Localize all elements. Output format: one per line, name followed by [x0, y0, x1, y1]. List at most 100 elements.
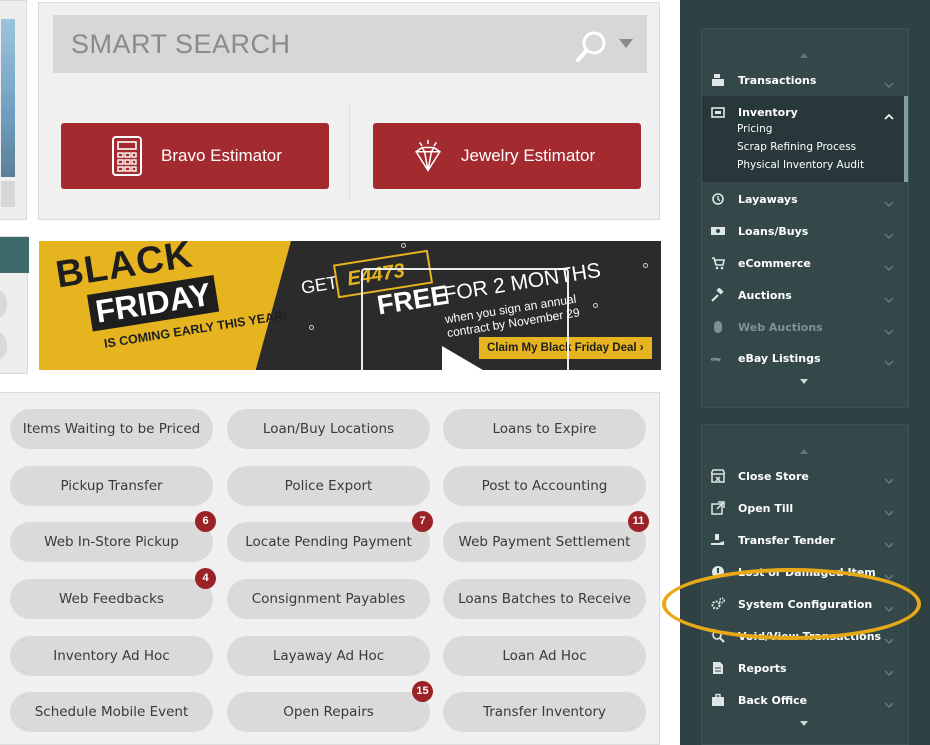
chevron-down-icon[interactable]: [884, 75, 894, 89]
quick-link-button[interactable]: Post to Accounting: [443, 466, 646, 506]
quick-link-button[interactable]: Open Repairs: [227, 692, 430, 732]
svg-text:ebay: ebay: [711, 356, 721, 361]
quick-link-button[interactable]: Inventory Ad Hoc: [10, 636, 213, 676]
sidebar-subitem-scrap-refining[interactable]: Scrap Refining Process: [737, 141, 856, 153]
sidebar-item-label: Void/View Transactions: [738, 629, 882, 643]
chevron-down-icon[interactable]: [884, 695, 894, 709]
sidebar-item-label: Loans/Buys: [738, 224, 809, 238]
sidebar-item-void-view-transactions[interactable]: Void/View Transactions: [702, 622, 908, 650]
jewelry-estimator-button[interactable]: Jewelry Estimator: [373, 123, 641, 189]
chevron-up-icon[interactable]: [884, 107, 894, 120]
chevron-down-icon[interactable]: [884, 503, 894, 517]
chevron-down-icon[interactable]: [884, 535, 894, 549]
sidebar-item-back-office[interactable]: Back Office: [702, 686, 908, 714]
search-icon[interactable]: [575, 29, 609, 63]
sidebar-menu-top: Transactions Inventory Layaways Loans/Buys e…: [701, 28, 909, 408]
alert-icon: [711, 565, 725, 579]
quick-link-button[interactable]: Locate Pending Payment: [227, 522, 430, 562]
sidebar-item-inventory[interactable]: Inventory: [702, 98, 908, 126]
chevron-down-icon[interactable]: [884, 226, 894, 240]
chevron-down-icon[interactable]: [884, 322, 894, 336]
sidebar-item-label: Inventory: [738, 105, 798, 119]
chevron-down-icon[interactable]: [884, 353, 894, 367]
quick-link-button[interactable]: Web In-Store Pickup: [10, 522, 213, 562]
sidebar-item-close-store[interactable]: Close Store: [702, 462, 908, 490]
banner-dot: [309, 325, 314, 330]
chevron-down-icon[interactable]: [884, 194, 894, 208]
smart-search-input[interactable]: [53, 15, 553, 73]
quick-link-label: Items Waiting to be Priced: [22, 421, 201, 437]
quick-link-label: Web Payment Settlement: [458, 534, 631, 550]
chevron-down-icon[interactable]: [884, 631, 894, 645]
register-icon: [711, 73, 725, 87]
side-card-pill[interactable]: [0, 331, 7, 361]
sidebar-item-auctions[interactable]: Auctions: [702, 281, 908, 309]
quick-link-label: Web In-Store Pickup: [44, 534, 179, 550]
quick-link-button[interactable]: Consignment Payables: [227, 579, 430, 619]
quick-link-button[interactable]: Loan Ad Hoc: [443, 636, 646, 676]
sidebar-item-ecommerce[interactable]: eCommerce: [702, 249, 908, 277]
sidebar-item-system-configuration[interactable]: System Configuration: [702, 590, 908, 618]
quick-link-label: Loan Ad Hoc: [502, 648, 587, 664]
chevron-down-icon[interactable]: [884, 663, 894, 677]
quick-link-label: Open Repairs: [283, 704, 374, 720]
side-card-pill[interactable]: [0, 289, 7, 319]
chevron-down-icon[interactable]: [884, 290, 894, 304]
jewelry-estimator-label: Jewelry Estimator: [461, 146, 596, 165]
count-badge: 11: [628, 511, 649, 532]
quick-link-button[interactable]: Layaway Ad Hoc: [227, 636, 430, 676]
quick-link-label: Police Export: [284, 478, 373, 494]
chevron-down-icon[interactable]: [884, 258, 894, 272]
sidebar-item-transactions[interactable]: Transactions: [702, 66, 908, 94]
quick-link-label: Locate Pending Payment: [245, 534, 412, 550]
sidebar: Transactions Inventory Layaways Loans/Buys e…: [680, 0, 930, 745]
sidebar-item-label: Auctions: [738, 288, 792, 302]
inventory-icon: [711, 105, 725, 119]
sidebar-subitem-pricing[interactable]: Pricing: [737, 123, 772, 135]
sidebar-item-open-till[interactable]: Open Till: [702, 494, 908, 522]
sidebar-item-loans-buys[interactable]: Loans/Buys: [702, 217, 908, 245]
smart-search-box: [53, 15, 647, 73]
quick-link-button[interactable]: Items Waiting to be Priced: [10, 409, 213, 449]
sidebar-item-label: Close Store: [738, 469, 809, 483]
bravo-estimator-button[interactable]: Bravo Estimator: [61, 123, 329, 189]
sidebar-item-reports[interactable]: Reports: [702, 654, 908, 682]
quick-link-button[interactable]: Transfer Inventory: [443, 692, 646, 732]
chevron-down-icon[interactable]: [619, 39, 633, 48]
sidebar-item-transfer-tender[interactable]: Transfer Tender: [702, 526, 908, 554]
chevron-down-icon[interactable]: [884, 567, 894, 581]
sidebar-item-web-auctions[interactable]: Web Auctions: [702, 313, 908, 341]
sidebar-subitem-physical-audit[interactable]: Physical Inventory Audit: [737, 159, 864, 171]
gears-icon: [711, 597, 725, 611]
quick-link-button[interactable]: Web Payment Settlement: [443, 522, 646, 562]
banner-get-text: GET: [299, 272, 340, 298]
sidebar-item-label: Web Auctions: [738, 320, 823, 334]
sidebar-item-layaways[interactable]: Layaways: [702, 185, 908, 213]
calculator-icon: [112, 136, 142, 176]
quick-link-label: Loans Batches to Receive: [458, 591, 631, 607]
quick-link-button[interactable]: Loan/Buy Locations: [227, 409, 430, 449]
scroll-down-icon[interactable]: [800, 379, 808, 384]
chevron-down-icon[interactable]: [884, 471, 894, 485]
search-icon: [711, 629, 725, 643]
quick-link-label: Schedule Mobile Event: [34, 704, 189, 720]
quick-link-button[interactable]: Loans to Expire: [443, 409, 646, 449]
banner-dot: [401, 243, 406, 248]
scroll-down-icon[interactable]: [800, 721, 808, 726]
quick-link-button[interactable]: Web Feedbacks: [10, 579, 213, 619]
banner-dot: [593, 303, 598, 308]
quick-link-button[interactable]: Pickup Transfer: [10, 466, 213, 506]
count-badge: 7: [412, 511, 433, 532]
sidebar-item-label: Transactions: [738, 73, 817, 87]
chevron-down-icon[interactable]: [884, 599, 894, 613]
quick-link-button[interactable]: Police Export: [227, 466, 430, 506]
scroll-up-icon[interactable]: [800, 449, 808, 454]
sidebar-item-lost-or-damaged-item[interactable]: Lost or Damaged Item: [702, 558, 908, 586]
quick-link-button[interactable]: Schedule Mobile Event: [10, 692, 213, 732]
hand-money-icon: [711, 533, 725, 547]
profile-bar[interactable]: [1, 181, 15, 207]
scroll-up-icon[interactable]: [800, 53, 808, 58]
quick-link-button[interactable]: Loans Batches to Receive: [443, 579, 646, 619]
sidebar-item-label: eBay Listings: [738, 351, 821, 365]
sidebar-item-ebay-listings[interactable]: ebay eBay Listings: [702, 344, 908, 372]
